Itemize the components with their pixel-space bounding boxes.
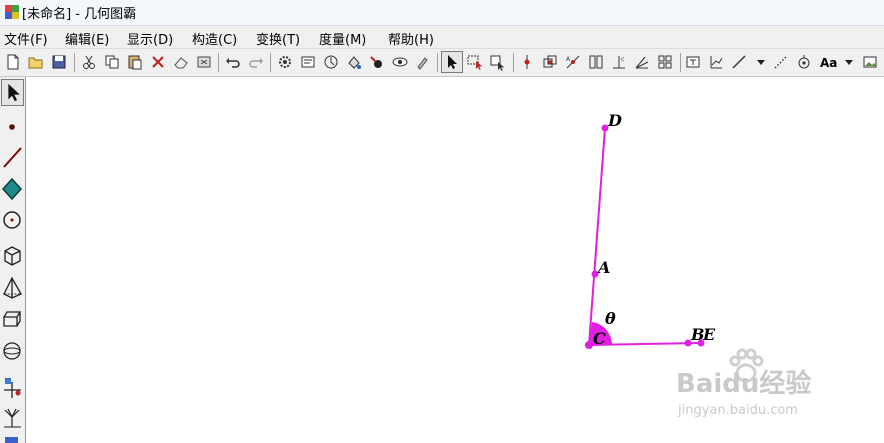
label-point-C[interactable]: C bbox=[593, 329, 606, 348]
polygon-tool-icon[interactable] bbox=[1, 176, 24, 203]
midpoint-icon[interactable]: A bbox=[564, 53, 582, 71]
font-style-button[interactable]: Aa bbox=[820, 56, 837, 70]
segment-tool-icon[interactable] bbox=[1, 144, 24, 171]
more-tools-icon[interactable] bbox=[1, 405, 24, 432]
paste-icon[interactable] bbox=[126, 53, 144, 71]
coordinate-axes-icon[interactable] bbox=[707, 53, 725, 71]
text-box-icon[interactable] bbox=[684, 53, 702, 71]
clear-icon[interactable] bbox=[195, 53, 213, 71]
point-tool-icon[interactable] bbox=[1, 114, 24, 141]
cube-tool-icon[interactable] bbox=[1, 243, 24, 270]
title-bar: [未命名] - 几何图霸 bbox=[0, 0, 884, 26]
menu-display[interactable]: 显示(D) bbox=[127, 29, 173, 48]
dotted-line-icon[interactable] bbox=[772, 53, 790, 71]
toolbar-separator bbox=[74, 53, 75, 72]
eraser-icon[interactable] bbox=[172, 53, 190, 71]
intersection-icon[interactable] bbox=[541, 53, 559, 71]
toolbox bbox=[0, 77, 26, 443]
arrow-select-tool-icon[interactable] bbox=[1, 79, 24, 106]
cut-icon[interactable] bbox=[80, 53, 98, 71]
animate-icon[interactable] bbox=[322, 53, 340, 71]
menu-construct[interactable]: 构造(C) bbox=[192, 29, 237, 48]
locus-icon[interactable] bbox=[795, 53, 813, 71]
circle-tool-icon[interactable] bbox=[1, 207, 24, 234]
parallel-line-icon[interactable] bbox=[587, 53, 605, 71]
fill-color-icon[interactable] bbox=[345, 53, 363, 71]
image-icon[interactable] bbox=[861, 53, 879, 71]
watermark: Baidu经验 jingyan.baidu.com bbox=[676, 348, 876, 435]
select-move-icon[interactable] bbox=[489, 53, 507, 71]
window-title: [未命名] - 几何图霸 bbox=[22, 7, 137, 22]
chevron-down-icon[interactable] bbox=[840, 53, 858, 71]
open-folder-icon[interactable] bbox=[27, 53, 45, 71]
watermark-url: jingyan.baidu.com bbox=[678, 403, 798, 418]
toolbar-separator bbox=[270, 53, 271, 72]
menu-bar: 文件(F) 编辑(E) 显示(D) 构造(C) 变换(T) 度量(M) 帮助(H… bbox=[0, 26, 884, 49]
label-angle-theta[interactable]: θ bbox=[605, 309, 616, 328]
label-point-A[interactable]: A bbox=[598, 258, 610, 277]
label-point-E[interactable]: E bbox=[703, 325, 715, 344]
toolbar-separator bbox=[437, 53, 438, 72]
trace-icon[interactable] bbox=[368, 53, 386, 71]
brush-icon[interactable] bbox=[414, 53, 432, 71]
angle-bisector-icon[interactable] bbox=[633, 53, 651, 71]
pyramid-tool-icon[interactable] bbox=[1, 275, 24, 302]
app-icon bbox=[5, 5, 19, 19]
redo-icon[interactable] bbox=[247, 53, 265, 71]
copy-icon[interactable] bbox=[103, 53, 121, 71]
menu-measure[interactable]: 度量(M) bbox=[319, 29, 366, 48]
delete-icon[interactable] bbox=[149, 53, 167, 71]
toolbar: A c Aa bbox=[0, 49, 884, 77]
menu-help[interactable]: 帮助(H) bbox=[388, 29, 434, 48]
select-box-icon[interactable] bbox=[466, 53, 484, 71]
toolbar-separator bbox=[218, 53, 219, 72]
sphere-tool-icon[interactable] bbox=[1, 338, 24, 365]
svg-text:A: A bbox=[566, 56, 571, 63]
save-icon[interactable] bbox=[50, 53, 68, 71]
menu-file[interactable]: 文件(F) bbox=[4, 29, 48, 48]
point-on-object-icon[interactable] bbox=[518, 53, 536, 71]
line-style-icon[interactable] bbox=[730, 53, 748, 71]
toolbar-separator bbox=[680, 53, 681, 72]
properties-icon[interactable] bbox=[299, 53, 317, 71]
hide-show-icon[interactable] bbox=[391, 53, 409, 71]
undo-icon[interactable] bbox=[224, 53, 242, 71]
select-arrow-icon[interactable] bbox=[443, 53, 461, 71]
custom-tool-icon[interactable] bbox=[1, 374, 24, 401]
menu-edit[interactable]: 编辑(E) bbox=[65, 29, 109, 48]
svg-text:c: c bbox=[621, 56, 624, 63]
toolbox-bottom-tool[interactable] bbox=[5, 437, 18, 443]
menu-transform[interactable]: 变换(T) bbox=[256, 29, 300, 48]
watermark-brand: Baidu经验 bbox=[676, 369, 812, 399]
label-point-D[interactable]: D bbox=[608, 111, 622, 130]
settings-icon[interactable] bbox=[276, 53, 294, 71]
prism-tool-icon[interactable] bbox=[1, 306, 24, 333]
new-file-icon[interactable] bbox=[4, 53, 22, 71]
perpendicular-line-icon[interactable]: c bbox=[610, 53, 628, 71]
chevron-down-icon[interactable] bbox=[752, 53, 770, 71]
toolbar-separator bbox=[513, 53, 514, 72]
grid-icon[interactable] bbox=[656, 53, 674, 71]
